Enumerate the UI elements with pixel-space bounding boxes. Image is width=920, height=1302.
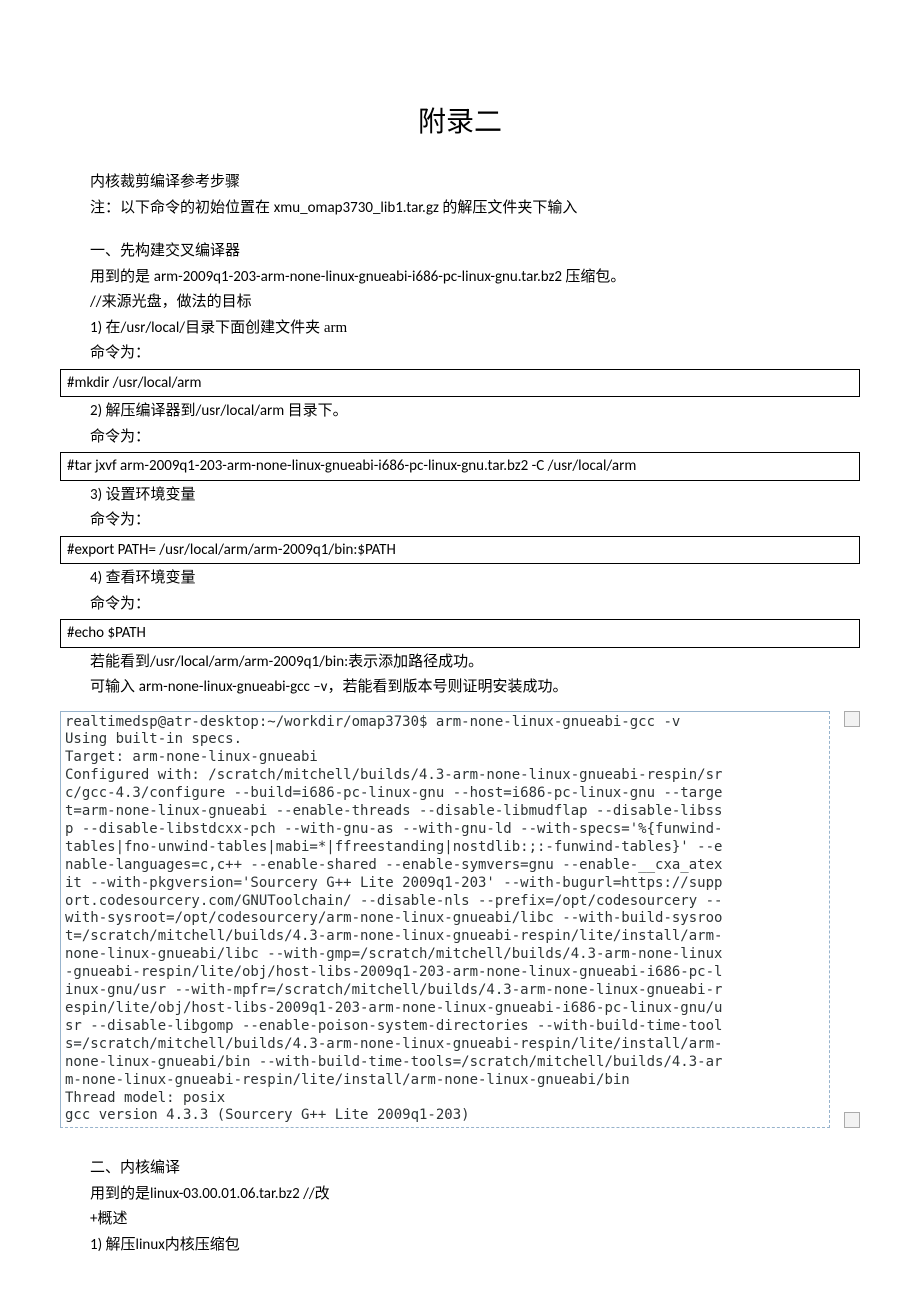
scrollbar-stub xyxy=(844,711,860,727)
paragraph: ////来源光盘，做法的目标来源光盘，做法的目标 xyxy=(60,290,860,316)
command-box: #mkdir /usr/local/arm xyxy=(60,369,860,398)
paragraph: 若能看到/usr/local/arm/arm-2009q1/bin:表示添加路径… xyxy=(60,650,860,676)
text: ，若能看到版本号则证明安装成功。 xyxy=(327,679,567,695)
command-box: #export PATH= /usr/local/arm/arm-2009q1/… xyxy=(60,536,860,565)
text: 改 xyxy=(315,1186,330,1202)
text: 1) 解压 xyxy=(90,1236,136,1254)
text: 用到的是 xyxy=(90,1186,150,1202)
text: linux xyxy=(136,1236,165,1254)
section-heading: 二、内核编译 xyxy=(60,1156,860,1182)
paragraph: 注：以下命令的初始位置在 xmu_omap3730_lib1.tar.gz 的解… xyxy=(60,196,860,222)
text: 概述 xyxy=(97,1211,127,1227)
text: /usr/local/ xyxy=(121,319,186,337)
text: 设置环境变量 xyxy=(106,487,196,503)
text: // xyxy=(90,293,102,311)
text: 查看环境变量 xyxy=(106,570,196,586)
text: 目录下。 xyxy=(288,403,348,419)
text: /usr/local/arm/arm-2009q1/bin: xyxy=(150,653,348,671)
command-box: #echo $PATH xyxy=(60,619,860,648)
paragraph: 1) 在/usr/local/目录下面创建文件夹 arm xyxy=(60,316,860,342)
paragraph: 可输入 arm-none-linux-gnueabi-gcc –v，若能看到版本… xyxy=(60,675,860,701)
command-box: #tar jxvf arm-2009q1-203-arm-none-linux-… xyxy=(60,452,860,481)
text: 若能看到 xyxy=(90,654,150,670)
page-title: 附录二 xyxy=(60,100,860,140)
text: 2) 解压编译器到 xyxy=(90,402,196,420)
paragraph: 用到的是linux-03.00.01.06.tar.bz2 //改 xyxy=(60,1182,860,1208)
text: 可输入 xyxy=(90,679,139,695)
text: 注：以下命令的初始位置在 xyxy=(90,200,274,216)
terminal-screenshot: realtimedsp@atr-desktop:~/workdir/omap37… xyxy=(60,711,860,1129)
text: /usr/local/arm xyxy=(196,402,288,420)
text: xmu_omap3730_lib1.tar.gz xyxy=(274,199,443,217)
text: 3) xyxy=(90,486,106,504)
text: arm-none-linux-gnueabi-gcc –v xyxy=(139,678,328,696)
paragraph: 命令为： xyxy=(60,592,860,618)
paragraph: 命令为： xyxy=(60,425,860,451)
page: 附录二 内核裁剪编译参考步骤 注：以下命令的初始位置在 xmu_omap3730… xyxy=(0,0,920,1298)
text: 压缩包。 xyxy=(565,269,625,285)
text: 来源光盘，做法的目标 xyxy=(102,294,252,310)
text: arm-2009q1-203-arm-none-linux-gnueabi-i6… xyxy=(154,268,566,286)
text: linux-03.00.01.06.tar.bz2 // xyxy=(150,1185,315,1203)
spacer xyxy=(60,1138,860,1156)
text: 4) xyxy=(90,569,106,587)
paragraph: 命令为： xyxy=(60,508,860,534)
paragraph: 用到的是 arm-2009q1-203-arm-none-linux-gnuea… xyxy=(60,265,860,291)
paragraph: 内核裁剪编译参考步骤 xyxy=(60,170,860,196)
text: 表示添加路径成功。 xyxy=(348,654,483,670)
text: 1) 在 xyxy=(90,319,121,337)
scrollbar-stub xyxy=(844,1112,860,1128)
section-heading: 一、先构建交叉编译器 xyxy=(60,239,860,265)
text: 目录下面创建文件夹 arm xyxy=(185,320,347,336)
text: 的解压文件夹下输入 xyxy=(442,200,577,216)
paragraph: 4) 查看环境变量 xyxy=(60,566,860,592)
paragraph: 3) 设置环境变量 xyxy=(60,483,860,509)
paragraph: 命令为： xyxy=(60,341,860,367)
terminal-output: realtimedsp@atr-desktop:~/workdir/omap37… xyxy=(60,711,830,1129)
paragraph: 2) 解压编译器到/usr/local/arm 目录下。 xyxy=(60,399,860,425)
text: 内核压缩包 xyxy=(165,1237,240,1253)
paragraph: 1) 解压linux内核压缩包 xyxy=(60,1233,860,1259)
spacer xyxy=(60,221,860,239)
text: 用到的是 xyxy=(90,269,154,285)
paragraph: +概述 xyxy=(60,1207,860,1233)
